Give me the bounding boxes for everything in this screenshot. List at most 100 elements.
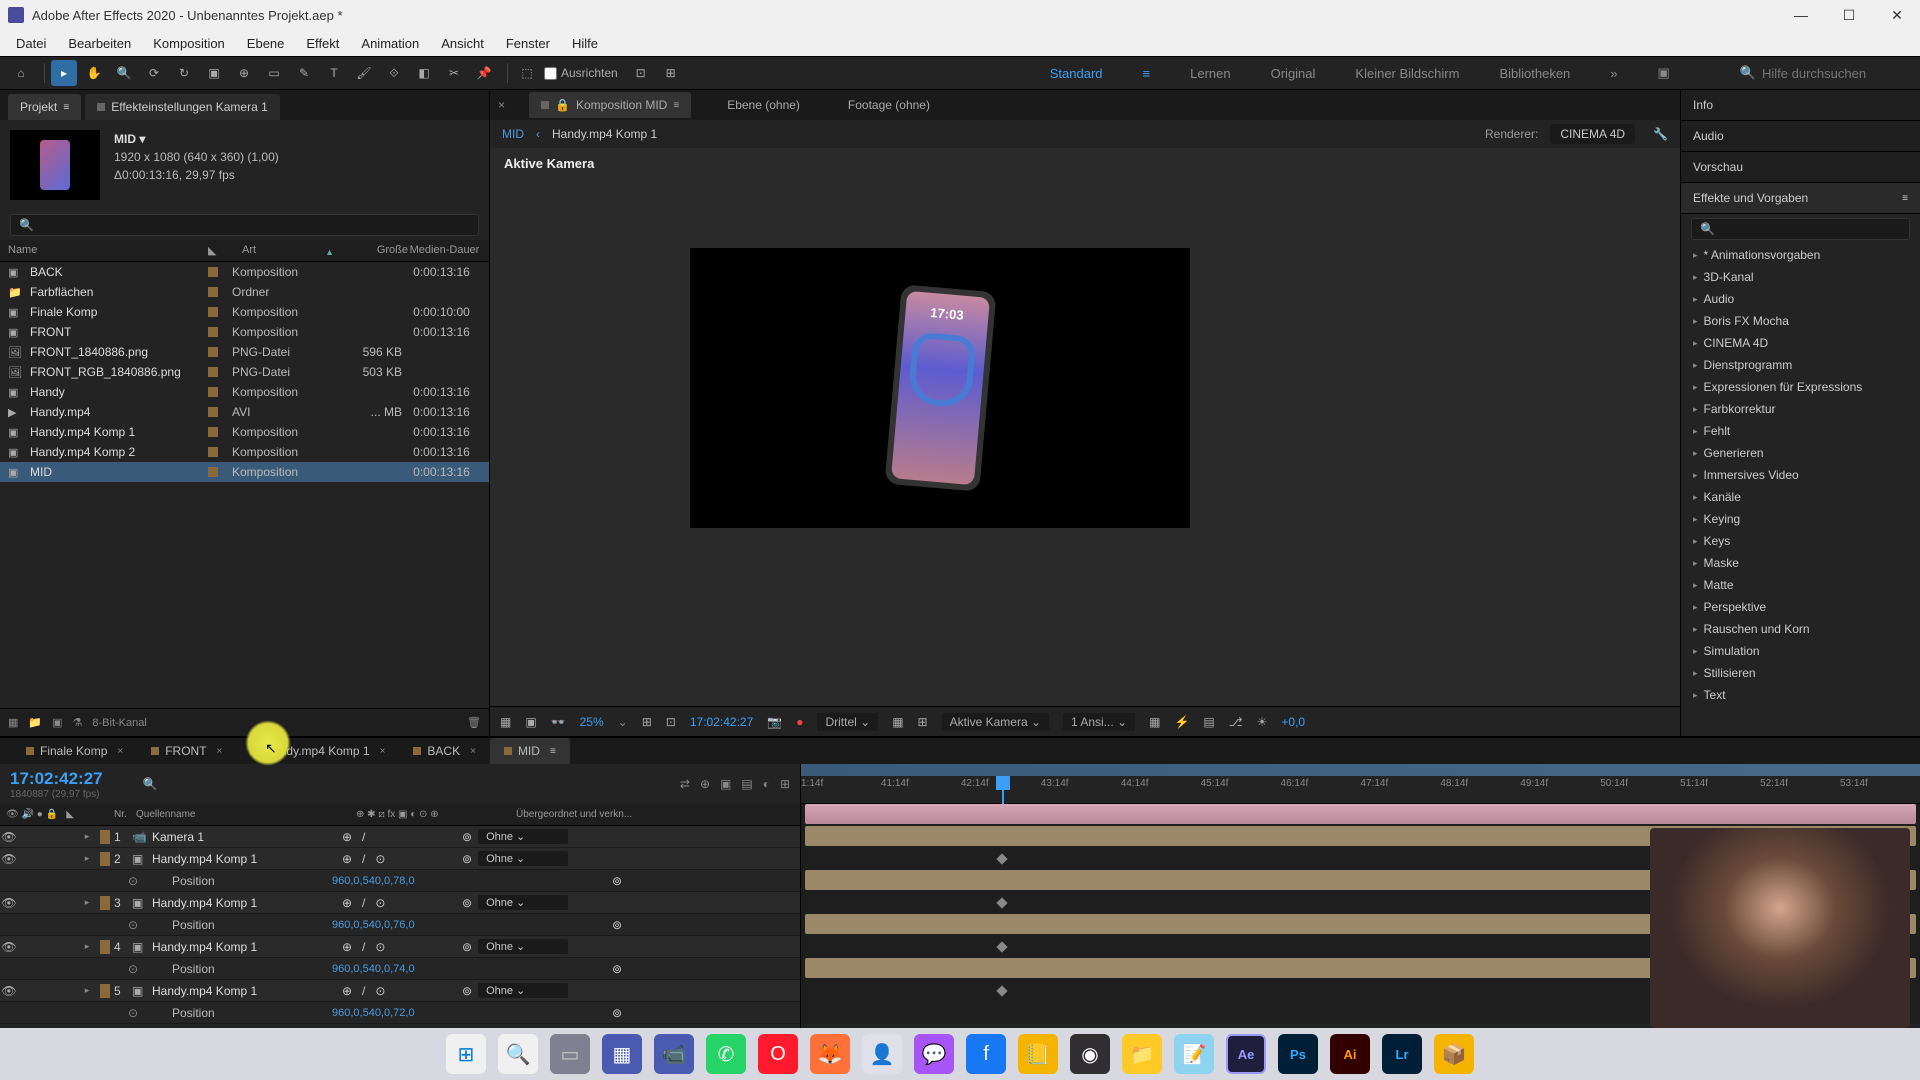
timeline-tab[interactable]: BACK× <box>399 738 490 764</box>
snap-icon[interactable]: ⬚ <box>514 60 540 86</box>
selection-tool-icon[interactable]: ▸ <box>51 60 77 86</box>
effect-category[interactable]: ▸Boris FX Mocha <box>1681 310 1920 332</box>
layer-row[interactable]: 👁▸5▣Handy.mp4 Komp 1⊕ / ⊙⊚ Ohne ⌄ <box>0 980 800 1002</box>
layer-list[interactable]: 👁▸1📹Kamera 1⊕ / ⊚ Ohne ⌄👁▸2▣Handy.mp4 Ko… <box>0 826 800 1024</box>
project-row[interactable]: ▣BACKKomposition0:00:13:16 <box>0 262 489 282</box>
anchor-tool-icon[interactable]: ⊕ <box>231 60 257 86</box>
layer-row[interactable]: 👁▸4▣Handy.mp4 Komp 1⊕ / ⊙⊚ Ohne ⌄ <box>0 936 800 958</box>
shy-icon[interactable]: ⇄ <box>680 777 690 791</box>
motion-blur-icon[interactable]: ◐ <box>763 777 770 791</box>
folder-icon[interactable]: 📁 <box>28 716 42 729</box>
property-row[interactable]: ⊙Position960,0,540,0,78,0⊚ <box>0 870 800 892</box>
eraser-tool-icon[interactable]: ◧ <box>411 60 437 86</box>
camera-select[interactable]: Aktive Kamera ⌄ <box>942 713 1049 731</box>
frame-blend-icon[interactable]: ▤ <box>741 777 752 791</box>
3d-icon[interactable]: ⊞ <box>918 715 928 729</box>
help-search-input[interactable] <box>1762 66 1912 81</box>
photoshop-icon[interactable]: Ps <box>1278 1034 1318 1074</box>
camera-tool-icon[interactable]: ▣ <box>201 60 227 86</box>
timeline-icon[interactable]: ▤ <box>1203 715 1214 729</box>
timeline-tab[interactable]: FRONT× <box>137 738 236 764</box>
crumb-handy[interactable]: Handy.mp4 Komp 1 <box>552 127 657 141</box>
effect-category[interactable]: ▸Audio <box>1681 288 1920 310</box>
effects-search-input[interactable]: 🔍 <box>1691 218 1910 240</box>
project-row[interactable]: 📁FarbflächenOrdner <box>0 282 489 302</box>
menu-ansicht[interactable]: Ansicht <box>431 32 494 55</box>
firefox-icon[interactable]: 🦊 <box>810 1034 850 1074</box>
time-ruler[interactable]: 1:14f41:14f42:14f43:14f44:14f45:14f46:14… <box>801 764 1920 804</box>
interpret-icon[interactable]: ▦ <box>8 716 18 729</box>
workspace-original[interactable]: Original <box>1271 66 1316 81</box>
close-button[interactable]: ✕ <box>1882 7 1912 24</box>
property-row[interactable]: ⊙Position960,0,540,0,74,0⊚ <box>0 958 800 980</box>
shape-tool-icon[interactable]: ▭ <box>261 60 287 86</box>
menu-animation[interactable]: Animation <box>351 32 429 55</box>
transparency-icon[interactable]: ▦ <box>892 715 903 729</box>
workspace-kleiner[interactable]: Kleiner Bildschirm <box>1355 66 1459 81</box>
text-tool-icon[interactable]: T <box>321 60 347 86</box>
zoom-select[interactable]: 25% <box>580 715 604 729</box>
effect-category[interactable]: ▸Matte <box>1681 574 1920 596</box>
comp-tab-komposition[interactable]: 🔒 Komposition MID≡ <box>529 92 691 118</box>
timeline-tab[interactable]: Handy.mp4 Komp 1× <box>236 738 399 764</box>
graph-icon[interactable]: ⊞ <box>780 777 790 791</box>
menu-komposition[interactable]: Komposition <box>143 32 235 55</box>
effect-category[interactable]: ▸Maske <box>1681 552 1920 574</box>
roi-icon[interactable]: ⊡ <box>666 715 676 729</box>
pen-tool-icon[interactable]: ✎ <box>291 60 317 86</box>
keyframe-icon[interactable] <box>996 985 1007 996</box>
brush-tool-icon[interactable]: 🖌 <box>351 60 377 86</box>
start-button[interactable]: ⊞ <box>446 1034 486 1074</box>
workspace-standard[interactable]: Standard <box>1050 66 1103 81</box>
project-tab[interactable]: Projekt≡ <box>8 94 81 120</box>
roto-tool-icon[interactable]: ✂ <box>441 60 467 86</box>
taskbar-app-3[interactable]: 👤 <box>862 1034 902 1074</box>
toggle-alpha-icon[interactable]: 👓 <box>551 715 566 729</box>
effect-category[interactable]: ▸Farbkorrektur <box>1681 398 1920 420</box>
taskbar-app-4[interactable]: 📒 <box>1018 1034 1058 1074</box>
project-row[interactable]: ▣Finale KompKomposition0:00:10:00 <box>0 302 489 322</box>
project-row[interactable]: 🖼FRONT_1840886.pngPNG-Datei596 KB <box>0 342 489 362</box>
hand-tool-icon[interactable]: ✋ <box>81 60 107 86</box>
keyframe-icon[interactable] <box>996 853 1007 864</box>
timeline-tab[interactable]: Finale Komp× <box>12 738 137 764</box>
exposure-value[interactable]: +0,0 <box>1281 715 1305 729</box>
mask-icon[interactable]: ▣ <box>525 715 536 729</box>
vorschau-panel-tab[interactable]: Vorschau <box>1681 152 1920 183</box>
comp-tab-footage[interactable]: Footage (ohne) <box>836 92 942 118</box>
taskbar-app-2[interactable]: 📹 <box>654 1034 694 1074</box>
effects-categories[interactable]: ▸* Animationsvorgaben▸3D-Kanal▸Audio▸Bor… <box>1681 244 1920 736</box>
renderer-select[interactable]: CINEMA 4D <box>1550 124 1635 144</box>
taskbar-app-5[interactable]: 📦 <box>1434 1034 1474 1074</box>
effect-category[interactable]: ▸CINEMA 4D <box>1681 332 1920 354</box>
maximize-button[interactable]: ☐ <box>1834 7 1864 24</box>
workspace-bibliotheken[interactable]: Bibliotheken <box>1499 66 1570 81</box>
menu-bearbeiten[interactable]: Bearbeiten <box>58 32 141 55</box>
menu-fenster[interactable]: Fenster <box>496 32 560 55</box>
timeline-tab[interactable]: MID≡ <box>490 738 570 764</box>
taskbar-search-icon[interactable]: 🔍 <box>498 1034 538 1074</box>
explorer-icon[interactable]: 📁 <box>1122 1034 1162 1074</box>
menu-hilfe[interactable]: Hilfe <box>562 32 608 55</box>
project-row[interactable]: 🖼FRONT_RGB_1840886.pngPNG-Datei503 KB <box>0 362 489 382</box>
exposure-reset-icon[interactable]: ☀ <box>1257 715 1268 729</box>
effect-category[interactable]: ▸Stilisieren <box>1681 662 1920 684</box>
wrench-icon[interactable]: 🔧 <box>1653 127 1668 141</box>
effect-controls-tab[interactable]: Effekteinstellungen Kamera 1 <box>85 94 280 120</box>
crumb-mid[interactable]: MID <box>502 127 524 141</box>
effects-panel-tab[interactable]: Effekte und Vorgaben≡ <box>1681 183 1920 214</box>
comp-icon[interactable]: ▣ <box>52 716 62 729</box>
resolution-icon[interactable]: ⊞ <box>642 715 652 729</box>
layer-row[interactable]: 👁▸2▣Handy.mp4 Komp 1⊕ / ⊙⊚ Ohne ⌄ <box>0 848 800 870</box>
layer-bar[interactable] <box>805 804 1916 824</box>
comp-close-icon[interactable]: × <box>498 98 505 112</box>
zoom-tool-icon[interactable]: 🔍 <box>111 60 137 86</box>
lightroom-icon[interactable]: Lr <box>1382 1034 1422 1074</box>
workspace-lernen[interactable]: Lernen <box>1190 66 1230 81</box>
home-icon[interactable]: ⌂ <box>8 60 34 86</box>
current-time[interactable]: 17:02:42:27 <box>690 715 753 729</box>
workspace-menu-icon[interactable]: ≡ <box>1143 66 1151 81</box>
property-row[interactable]: ⊙Position960,0,540,0,72,0⊚ <box>0 1002 800 1024</box>
quality-select[interactable]: Drittel ⌄ <box>817 713 878 731</box>
minimize-button[interactable]: — <box>1786 7 1816 24</box>
